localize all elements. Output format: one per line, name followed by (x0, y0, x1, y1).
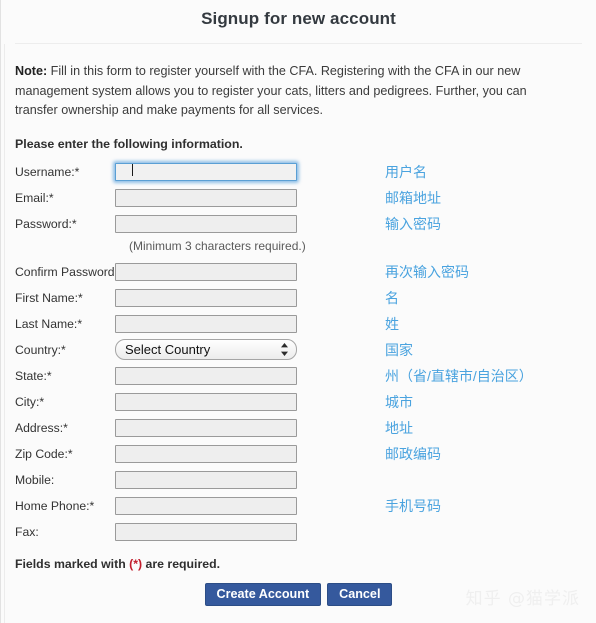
form-row: State:* 州（省/直辖市/自治区） (1, 363, 596, 389)
field-control (115, 470, 297, 489)
chinese-annotation: 手机号码 (385, 497, 441, 514)
field-label: Password:* (15, 216, 77, 231)
input-password[interactable] (115, 214, 297, 233)
field-control (115, 392, 297, 411)
chinese-annotation: 地址 (385, 419, 413, 436)
form-row: City:* 城市 (1, 389, 596, 415)
form-row: Country:* Select Country 国家 (1, 337, 596, 363)
input-city[interactable] (115, 392, 297, 411)
page-title: Signup for new account (201, 9, 396, 28)
field-control (115, 314, 297, 333)
form-row: Last Name:* 姓 (1, 311, 596, 337)
chinese-annotation: 邮箱地址 (385, 189, 441, 206)
input-fax[interactable] (115, 522, 297, 541)
field-label: State:* (15, 368, 52, 383)
chinese-annotation: 国家 (385, 341, 413, 358)
watermark: 知乎 @猫学派 (465, 589, 580, 609)
field-label: Username:* (15, 164, 80, 179)
form-row: Confirm Password:* 再次输入密码 (1, 259, 596, 285)
field-control (115, 444, 297, 463)
text-cursor (132, 163, 133, 176)
field-label: Address:* (15, 420, 68, 435)
input-state[interactable] (115, 366, 297, 385)
field-control (115, 188, 297, 207)
required-note-suffix: are required. (142, 556, 221, 571)
input-last-name[interactable] (115, 314, 297, 333)
field-control (115, 262, 297, 281)
field-control (115, 366, 297, 385)
form-row: Username:* 用户名 (1, 159, 596, 185)
input-address[interactable] (115, 418, 297, 437)
cancel-button[interactable]: Cancel (327, 583, 393, 606)
form-row: Address:* 地址 (1, 415, 596, 441)
password-hint-row: (Minimum 3 characters required.) (1, 237, 596, 259)
field-label: Fax: (15, 524, 39, 539)
country-select[interactable]: Select Country (115, 339, 297, 360)
field-control (115, 214, 297, 233)
input-mobile[interactable] (115, 470, 297, 489)
field-label: Mobile: (15, 472, 55, 487)
form-row: First Name:* 名 (1, 285, 596, 311)
page-header: Signup for new account (1, 0, 596, 44)
input-first-name[interactable] (115, 288, 297, 307)
chinese-annotation: 城市 (385, 393, 413, 410)
note-paragraph: Note: Fill in this form to register your… (1, 44, 561, 121)
required-asterisk: (*) (129, 556, 143, 571)
header-divider (15, 43, 582, 44)
note-label: Note: (15, 64, 48, 78)
field-label: Home Phone:* (15, 498, 95, 513)
input-confirm-password[interactable] (115, 262, 297, 281)
input-email[interactable] (115, 188, 297, 207)
chinese-annotation: 输入密码 (385, 215, 441, 232)
field-control: Select Country (115, 339, 297, 360)
chinese-annotation: 邮政编码 (385, 445, 441, 462)
signup-page: Signup for new account Note: Fill in thi… (0, 0, 596, 623)
country-select-wrapper: Select Country (115, 339, 297, 360)
input-zip-code[interactable] (115, 444, 297, 463)
required-note-prefix: Fields marked with (15, 556, 130, 571)
field-control (115, 496, 297, 515)
field-control (115, 522, 297, 541)
create-account-button[interactable]: Create Account (204, 583, 322, 606)
field-label: Email:* (15, 190, 54, 205)
chinese-annotation: 姓 (385, 315, 399, 332)
signup-form: Username:* 用户名 Email:* 邮箱地址 Password:* 输入密码 (M… (1, 151, 596, 545)
note-text: Fill in this form to register yourself w… (15, 64, 527, 117)
field-label: Last Name:* (15, 316, 83, 331)
chinese-annotation: 名 (385, 289, 399, 306)
form-row: Fax: (1, 519, 596, 545)
field-label: Zip Code:* (15, 446, 73, 461)
chinese-annotation: 州（省/直辖市/自治区） (385, 367, 533, 384)
field-control (115, 288, 297, 307)
form-row: Password:* 输入密码 (1, 211, 596, 237)
form-row: Zip Code:* 邮政编码 (1, 441, 596, 467)
input-home-phone[interactable] (115, 496, 297, 515)
field-label: Country:* (15, 342, 66, 357)
form-row: Mobile: (1, 467, 596, 493)
chinese-annotation: 再次输入密码 (385, 263, 469, 280)
input-username[interactable] (115, 162, 297, 181)
form-row: Email:* 邮箱地址 (1, 185, 596, 211)
form-subheading: Please enter the following information. (15, 136, 243, 151)
required-fields-note: Fields marked with (*) are required. (1, 545, 596, 571)
chinese-annotation: 用户名 (385, 163, 427, 180)
field-control (115, 162, 297, 181)
field-label: City:* (15, 394, 45, 409)
field-label: Confirm Password:* (15, 264, 123, 279)
form-row: Home Phone:* 手机号码 (1, 493, 596, 519)
field-control (115, 418, 297, 437)
field-label: First Name:* (15, 290, 83, 305)
password-hint: (Minimum 3 characters required.) (129, 238, 306, 253)
